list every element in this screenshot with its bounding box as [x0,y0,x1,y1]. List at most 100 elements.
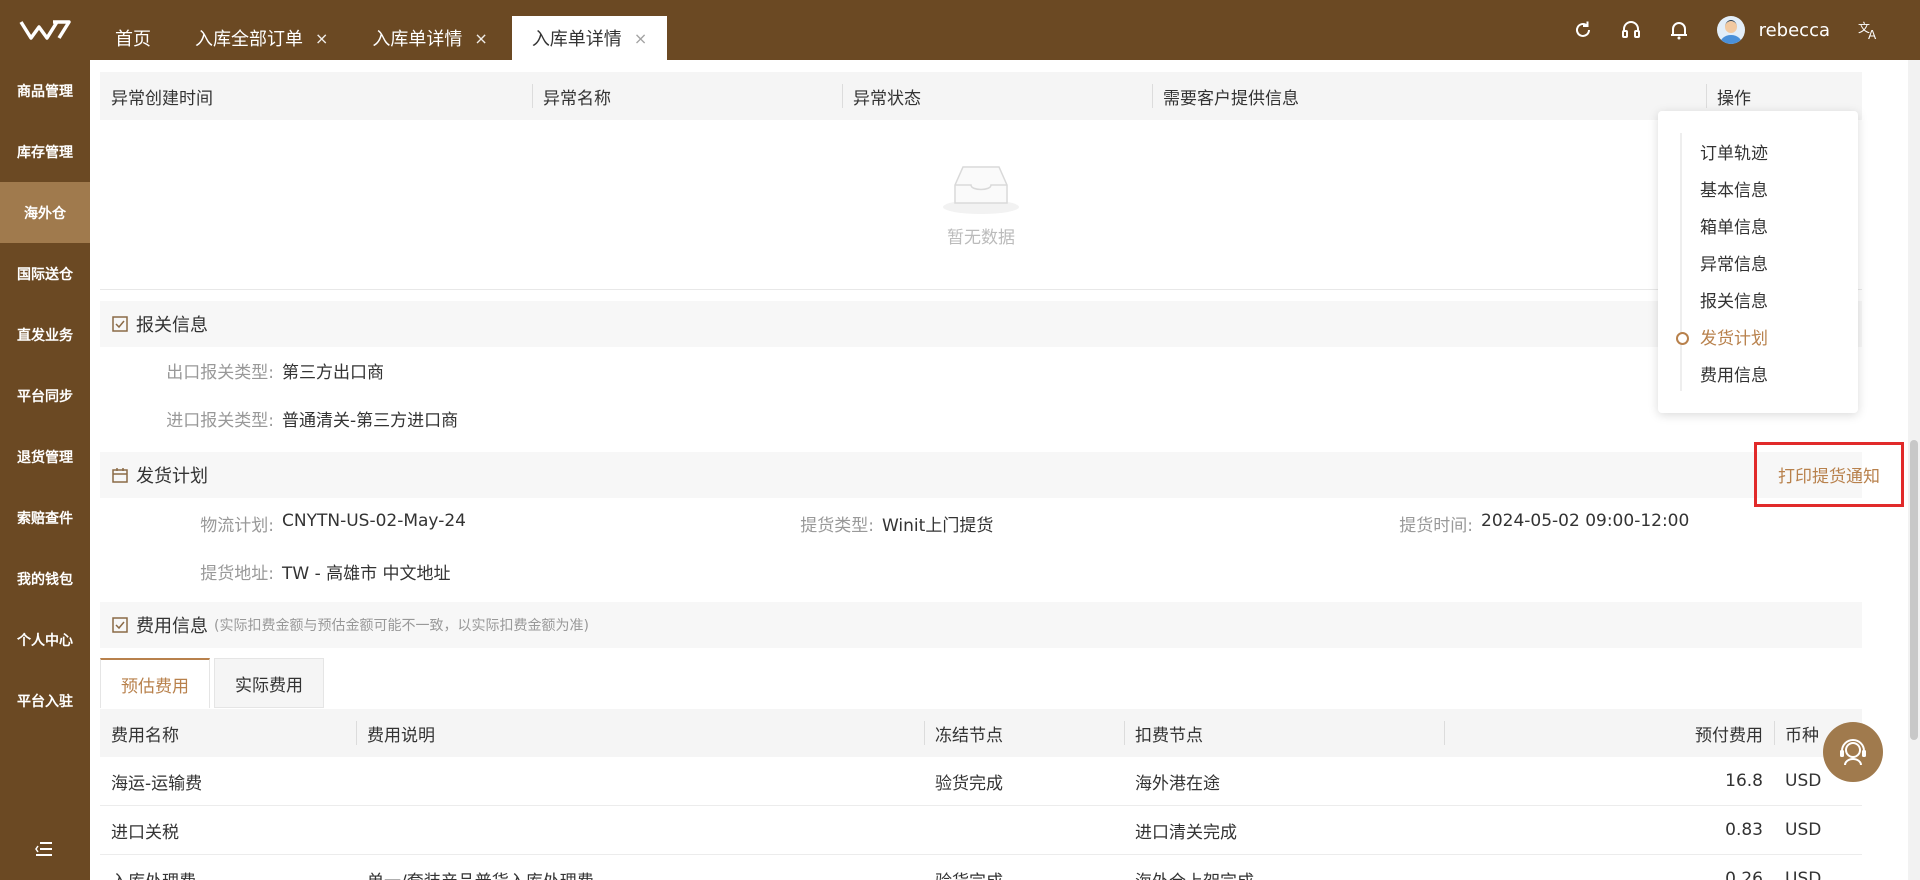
sidebar-item-intl-delivery[interactable]: 国际送仓 [0,243,90,304]
prepaid-amount: 0.26 [1725,869,1763,880]
tab-inbound-orders[interactable]: 入库全部订单 × [175,16,348,60]
bell-icon[interactable] [1669,20,1689,40]
calendar-icon [112,467,128,483]
close-icon[interactable]: × [634,29,647,48]
section-title: 费用信息 [136,616,208,637]
col-exception-name: 异常名称 [532,72,842,120]
prepaid-amount: 0.83 [1725,820,1763,840]
pickup-address-row: 提货地址: TW - 高雄市 中文地址 [120,559,451,584]
anchor-item-order-track[interactable]: 订单轨迹 [1658,133,1858,170]
anchor-item-customs[interactable]: 报关信息 [1658,281,1858,318]
field-value: Winit上门提货 [882,516,994,536]
tab-actual-fees[interactable]: 实际费用 [214,658,324,708]
customs-section-header: 报关信息 [100,301,1862,347]
user-name[interactable]: rebecca [1759,20,1830,41]
collapse-menu-icon[interactable] [35,841,53,862]
logistics-plan-row: 物流计划: CNYTN-US-02-May-24 [120,511,466,536]
section-title: 报关信息 [136,315,208,336]
field-value: TW - 高雄市 中文地址 [282,564,451,584]
freeze-node: 验货完成 [935,773,1003,794]
tab-label: 入库单详情 [531,29,622,50]
refresh-icon[interactable] [1573,20,1593,40]
pickup-type-row: 提货类型: Winit上门提货 [720,511,993,536]
field-label: 提货时间: [1399,516,1473,536]
sidebar: 商品管理 库存管理 海外仓 国际送仓 直发业务 平台同步 退货管理 索赔查件 我… [0,60,90,880]
anchor-item-fees[interactable]: 费用信息 [1658,355,1858,392]
col-created-time: 异常创建时间 [111,88,213,109]
field-label: 出口报关类型: [166,363,274,383]
pickup-time-row: 提货时间: 2024-05-02 09:00-12:00 [1319,511,1689,536]
empty-text: 暂无数据 [947,228,1015,248]
field-value: CNYTN-US-02-May-24 [282,511,466,531]
close-icon[interactable]: × [315,29,328,48]
import-customs-row: 进口报关类型: 普通清关-第三方进口商 [120,406,458,431]
field-value: 2024-05-02 09:00-12:00 [1481,511,1690,531]
tab-inbound-detail[interactable]: 入库单详情 × [352,16,507,60]
fee-name: 入库处理费 [100,867,356,880]
col-freeze-node: 冻结节点 [924,709,1124,757]
tab-label: 入库全部订单 [195,29,303,50]
fees-note: (实际扣费金额与预估金额可能不一致，以实际扣费金额为准) [214,618,589,634]
sidebar-item-platform-sync[interactable]: 平台同步 [0,365,90,426]
field-label: 提货类型: [800,516,874,536]
sidebar-item-products[interactable]: 商品管理 [0,60,90,121]
anchor-item-basic-info[interactable]: 基本信息 [1658,170,1858,207]
fee-name: 进口关税 [111,822,179,843]
scrollbar-thumb[interactable] [1910,440,1918,740]
table-header: 费用名称 费用说明 冻结节点 扣费节点 预付费用 币种 [100,709,1862,757]
freeze-node: 验货完成 [924,867,1124,880]
sidebar-item-personal-center[interactable]: 个人中心 [0,609,90,670]
support-agent-icon [1840,739,1866,766]
fee-table: 费用名称 费用说明 冻结节点 扣费节点 预付费用 币种 海运-运输费 验货完成 … [100,709,1862,880]
sidebar-item-overseas-warehouse[interactable]: 海外仓 [0,182,90,243]
logo[interactable] [0,0,90,60]
tab-home[interactable]: 首页 [95,16,171,60]
field-label: 物流计划: [200,516,274,536]
exception-table: 异常创建时间 异常名称 异常状态 需要客户提供信息 操作 暂无数据 [100,72,1862,290]
fee-desc: 单一/套装产品普货入库处理费 [356,867,924,880]
empty-state: 暂无数据 [100,120,1862,290]
anchor-item-shipping-plan[interactable]: 发货计划 [1658,318,1858,355]
sidebar-item-inventory[interactable]: 库存管理 [0,121,90,182]
checkbox-square-icon [112,617,128,633]
sidebar-item-wallet[interactable]: 我的钱包 [0,548,90,609]
currency: USD [1785,820,1822,840]
table-row: 海运-运输费 验货完成 海外港在途 16.8 USD [100,757,1862,806]
page-tabs: 首页 入库全部订单 × 入库单详情 × 入库单详情 × [95,0,671,60]
charge-node: 海外港在途 [1135,773,1220,794]
svg-text:A: A [1868,28,1877,40]
print-pickup-notice-button[interactable]: 打印提货通知 [1754,442,1904,507]
col-exception-status: 异常状态 [842,72,1152,120]
sidebar-item-platform-join[interactable]: 平台入驻 [0,670,90,731]
close-icon[interactable]: × [474,29,487,48]
charge-node: 进口清关完成 [1135,822,1237,843]
export-customs-row: 出口报关类型: 第三方出口商 [120,358,384,383]
top-right-tools: rebecca 文A [1545,0,1880,60]
fee-name: 海运-运输费 [111,773,203,794]
fee-tabs: 预估费用 实际费用 [100,658,328,708]
sidebar-item-direct-shipping[interactable]: 直发业务 [0,304,90,365]
anchor-item-packing-list[interactable]: 箱单信息 [1658,207,1858,244]
tab-label: 首页 [115,29,151,50]
empty-inbox-icon [943,166,1019,214]
anchor-nav: 订单轨迹 基本信息 箱单信息 异常信息 报关信息 发货计划 费用信息 [1658,111,1858,413]
col-charge-node: 扣费节点 [1124,709,1444,757]
logo-icon [19,20,71,40]
button-label: 打印提货通知 [1778,467,1880,487]
sidebar-item-returns[interactable]: 退货管理 [0,426,90,487]
charge-node: 海外仓上架完成 [1124,867,1444,880]
anchor-item-exceptions[interactable]: 异常信息 [1658,244,1858,281]
translate-icon[interactable]: 文A [1858,20,1880,40]
headset-icon[interactable] [1621,20,1641,40]
page-scrollbar[interactable] [1908,60,1920,880]
fees-section-header: 费用信息 (实际扣费金额与预估金额可能不一致，以实际扣费金额为准) [100,602,1862,648]
col-required-info: 需要客户提供信息 [1152,72,1706,120]
field-label: 提货地址: [200,564,274,584]
sidebar-item-claims[interactable]: 索赔查件 [0,487,90,548]
tab-estimated-fees[interactable]: 预估费用 [100,658,210,708]
tab-inbound-detail-active[interactable]: 入库单详情 × [511,16,668,60]
customer-service-button[interactable] [1823,722,1883,782]
currency: USD [1785,869,1822,880]
checkbox-square-icon [112,316,128,332]
avatar[interactable] [1716,16,1745,44]
